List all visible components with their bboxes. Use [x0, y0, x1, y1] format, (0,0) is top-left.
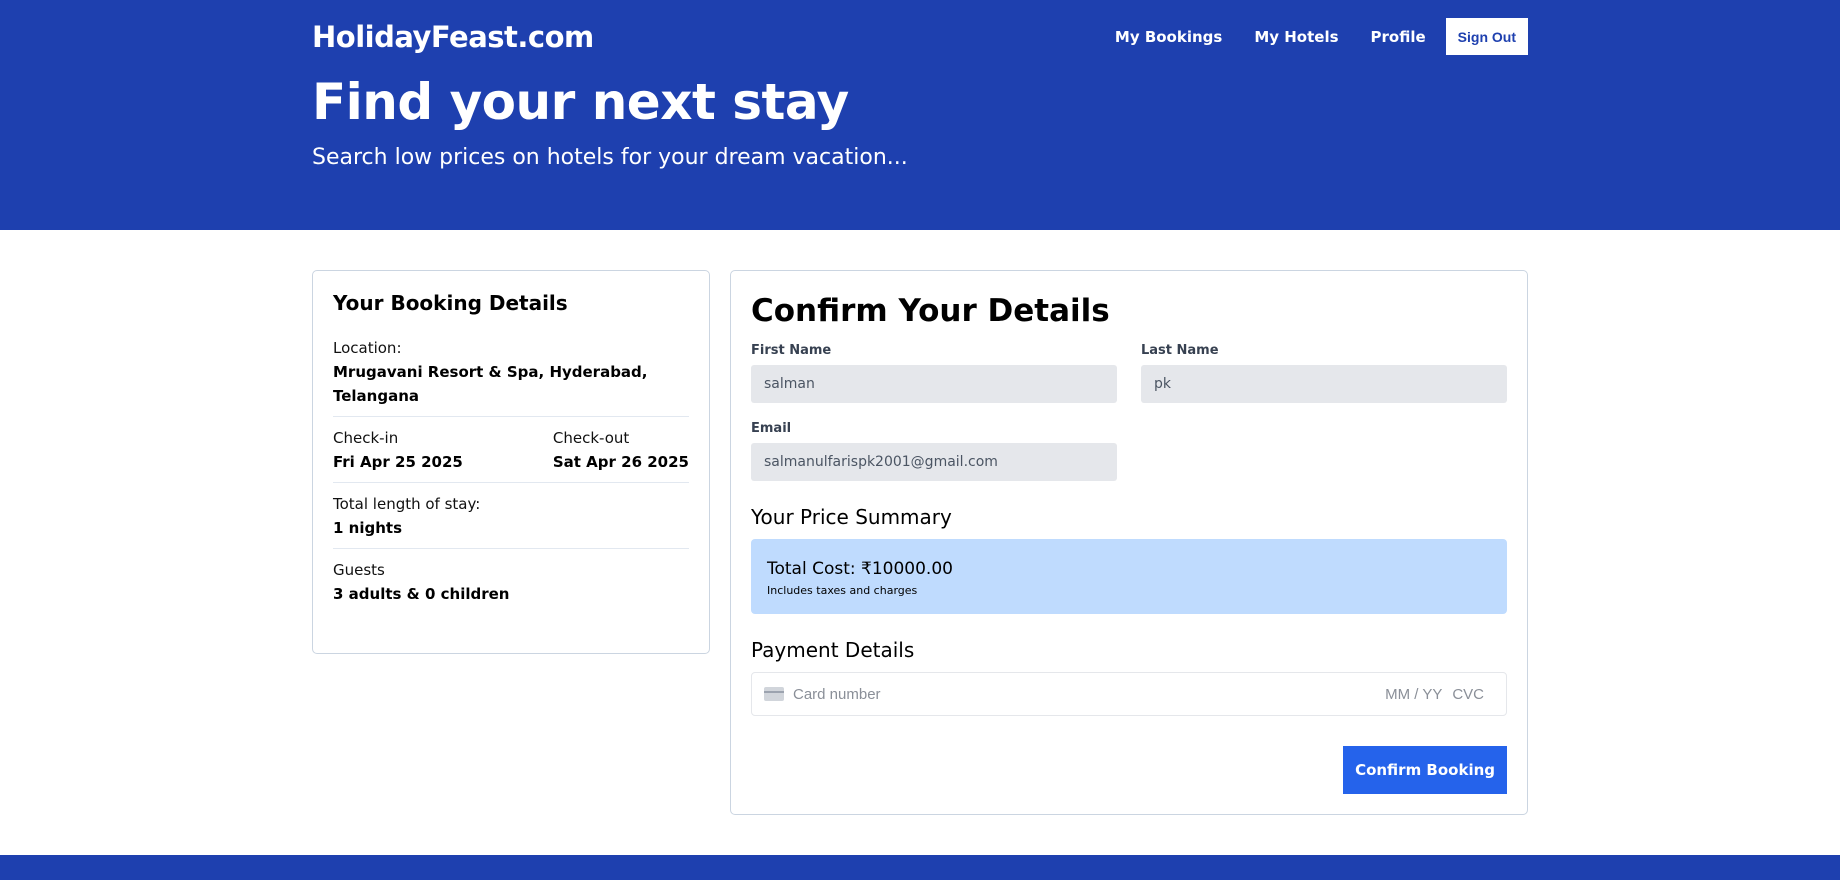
first-name-label: First Name	[751, 343, 832, 358]
checkout-label: Check-out	[552, 429, 630, 447]
sign-out-button[interactable]: Sign Out	[1445, 18, 1528, 55]
last-name-field[interactable]: pk	[1141, 365, 1507, 403]
site-logo[interactable]: HolidayFeast.com	[312, 20, 594, 54]
price-summary-box: Total Cost: ₹10000.00 Includes taxes and…	[751, 539, 1507, 614]
location-row: Location: Mrugavani Resort & Spa, Hydera…	[333, 339, 689, 417]
guests-row: Guests 3 adults & 0 children	[333, 561, 689, 614]
user-fields: First Name salman Last Name pk Email sal…	[751, 343, 1507, 481]
nav-my-hotels[interactable]: My Hotels	[1254, 28, 1338, 46]
card-number-placeholder[interactable]: Card number	[793, 686, 881, 703]
cvc-placeholder[interactable]: CVC	[1452, 686, 1484, 703]
checkout-value: Sat Apr 26 2025	[552, 453, 689, 471]
main-content: Your Booking Details Location: Mrugavani…	[312, 270, 1528, 815]
payment-details-title: Payment Details	[751, 638, 915, 662]
email-field[interactable]: salmanulfarispk2001@gmail.com	[751, 443, 1117, 481]
nav-my-bookings[interactable]: My Bookings	[1115, 28, 1222, 46]
location-label: Location:	[333, 339, 402, 357]
first-name-field[interactable]: salman	[751, 365, 1117, 403]
expiry-placeholder[interactable]: MM / YY	[1385, 686, 1442, 703]
booking-details-card: Your Booking Details Location: Mrugavani…	[312, 270, 710, 654]
length-value: 1 nights	[333, 519, 402, 537]
dates-row: Check-in Fri Apr 25 2025 Check-out Sat A…	[333, 429, 689, 483]
credit-card-icon	[764, 687, 784, 701]
checkin-label: Check-in	[333, 429, 399, 447]
length-label: Total length of stay:	[333, 495, 481, 513]
email-label: Email	[751, 421, 792, 436]
site-header: HolidayFeast.com My Bookings My Hotels P…	[0, 0, 1840, 230]
confirm-title: Confirm Your Details	[751, 293, 1110, 329]
checkin-value: Fri Apr 25 2025	[333, 453, 463, 471]
total-cost: Total Cost: ₹10000.00	[767, 559, 953, 579]
location-value: Mrugavani Resort & Spa, Hyderabad, Telan…	[333, 363, 648, 405]
hero-subtitle: Search low prices on hotels for your dre…	[312, 145, 908, 170]
guests-value: 3 adults & 0 children	[333, 585, 510, 603]
hero-title: Find your next stay	[312, 73, 849, 131]
confirm-booking-button[interactable]: Confirm Booking	[1343, 746, 1507, 794]
total-note: Includes taxes and charges	[767, 584, 918, 597]
length-row: Total length of stay: 1 nights	[333, 495, 689, 549]
guests-label: Guests	[333, 561, 385, 579]
main-nav: My Bookings My Hotels Profile Sign Out	[1083, 18, 1528, 55]
site-footer	[0, 855, 1840, 880]
booking-details-title: Your Booking Details	[333, 291, 568, 315]
last-name-label: Last Name	[1141, 343, 1219, 358]
nav-profile[interactable]: Profile	[1371, 28, 1426, 46]
card-input[interactable]: Card number MM / YY CVC	[751, 672, 1507, 716]
topbar: HolidayFeast.com My Bookings My Hotels P…	[312, 0, 1528, 55]
price-summary-title: Your Price Summary	[751, 505, 952, 529]
confirm-details-card: Confirm Your Details First Name salman L…	[730, 270, 1528, 815]
